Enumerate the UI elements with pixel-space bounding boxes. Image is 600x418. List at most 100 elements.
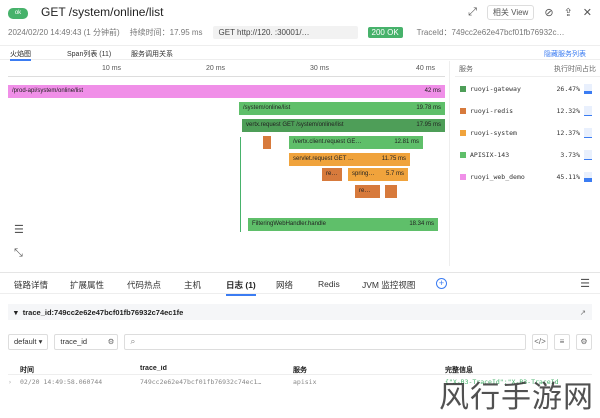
tab-jvm-monitor[interactable]: JVM 监控视图 [362, 279, 415, 291]
span-bar-redis-2[interactable]: re… [355, 185, 380, 198]
menu-icon[interactable]: ☰ [580, 277, 590, 290]
tick-20ms: 20 ms [206, 65, 226, 72]
services-header: 服务 执行时间占比 [455, 61, 600, 77]
add-tab-icon[interactable]: + [436, 278, 447, 289]
col-exec-pct[interactable]: 执行时间占比 [554, 64, 596, 74]
header-actions: ⤢ 相关 View ⊘ ⇪ ✕ [468, 5, 592, 20]
flame-graph: 10 ms 20 ms 30 ms 40 ms /prod-api/system… [0, 61, 450, 266]
gear-icon: ⚙ [107, 337, 115, 346]
service-color-swatch [460, 86, 466, 92]
datetime: 2024/02/20 14:49:43 (1 分钟前) [8, 27, 120, 37]
service-color-swatch [460, 108, 466, 114]
col-trace-id: trace_id [140, 365, 167, 372]
meta-row: 2024/02/20 14:49:43 (1 分钟前) 持续时间：17.95 m… [8, 25, 592, 39]
log-search-input[interactable]: ⌕ [124, 334, 526, 350]
service-pct: 12.37% [556, 129, 580, 137]
time-ruler: 10 ms 20 ms 30 ms 40 ms [8, 65, 445, 77]
duration: 持续时间：17.95 ms [129, 27, 203, 37]
hide-services-link[interactable]: 隐藏服务列表 [544, 49, 586, 59]
service-row[interactable]: ruoyi_web_demo 45.11% [455, 171, 600, 185]
http-status-badge: 200 OK [367, 26, 403, 38]
service-name: ruoyi-system [470, 129, 517, 137]
span-bar-small[interactable] [263, 136, 271, 149]
site-watermark: 风行手游网 [439, 380, 594, 415]
services-panel: 服务 执行时间占比 ruoyi-gateway 26.47% ruoyi-redis… [455, 61, 600, 266]
service-pct: 3.73% [560, 151, 580, 159]
tab-trace-detail[interactable]: 链路详情 [14, 279, 48, 291]
span-bar-redis-3[interactable] [385, 185, 397, 198]
trace-id-filter-chip: ▾ trace_id:749cc2e62e47bcf01fb76932c74ec… [8, 304, 592, 320]
service-name: ruoyi_web_demo [470, 173, 525, 181]
service-row[interactable]: ruoyi-system 12.37% [455, 127, 600, 141]
service-color-swatch [460, 174, 466, 180]
status-ok-badge: ok [8, 8, 28, 19]
tab-redis[interactable]: Redis [318, 279, 340, 289]
list-tool-icon[interactable]: ☰ [14, 223, 24, 236]
service-row[interactable]: ruoyi-gateway 26.47% [455, 83, 600, 97]
close-icon[interactable]: ✕ [583, 6, 592, 19]
col-service: 服务 [459, 65, 473, 73]
funnel-icon: ▾ [14, 307, 18, 317]
tab-code-hotspot[interactable]: 代码热点 [127, 279, 161, 291]
service-row[interactable]: APISIX-143 3.73% [455, 149, 600, 163]
log-filter-row: default ▾ trace_id ⚙ ⌕ </> ≡ ⚙ [8, 334, 592, 350]
tab-span-list[interactable]: Span列表 (11) [67, 49, 111, 59]
service-pct-bar [584, 84, 592, 94]
span-bar-filtering-web-handler[interactable]: FilteringWebHandler.handle 18.34 ms [248, 218, 438, 231]
service-row[interactable]: ruoyi-redis 12.32% [455, 105, 600, 119]
call-connector [240, 137, 241, 232]
service-pct-bar [584, 150, 592, 160]
service-pct: 12.32% [556, 107, 580, 115]
tab-logs[interactable]: 日志 (1) [226, 279, 256, 296]
service-pct: 45.11% [556, 173, 580, 181]
expand-icon[interactable]: ⤢ [468, 6, 477, 19]
view-tabs: 火焰图 Span列表 (11) 服务调用关系 隐藏服务列表 [0, 46, 600, 61]
tick-40ms: 40 ms [416, 65, 436, 72]
service-color-swatch [460, 130, 466, 136]
share-icon[interactable]: ⇪ [564, 6, 573, 19]
col-time: 时间 [20, 367, 34, 374]
page-title: GET /system/online/list [41, 5, 164, 19]
view-button[interactable]: 相关 View [486, 5, 535, 20]
index-select[interactable]: default ▾ [8, 334, 49, 350]
search-icon: ⌕ [130, 336, 136, 346]
collapse-tool-icon[interactable]: ⤡ [14, 247, 23, 260]
tick-30ms: 30 ms [310, 65, 330, 72]
span-bar-spring[interactable]: spring… 5.7 ms [348, 168, 408, 181]
span-bar-vertx-client[interactable]: /vertx.client.request GE… 12.81 ms [289, 136, 423, 149]
list-view-button[interactable]: ≡ [554, 334, 570, 350]
tab-service-relations[interactable]: 服务调用关系 [131, 49, 173, 59]
expand-row-icon[interactable]: › [8, 378, 12, 386]
field-input[interactable]: trace_id ⚙ [54, 334, 119, 350]
service-pct: 26.47% [556, 85, 580, 93]
external-link-icon[interactable]: ↗ [580, 308, 586, 317]
col-service: 服务 [293, 367, 307, 374]
cell-time: 02/20 14:49:58.060744 [20, 378, 103, 386]
tab-flame-graph[interactable]: 火焰图 [10, 49, 31, 61]
span-bar-redis-1[interactable]: re… [322, 168, 342, 181]
tab-network[interactable]: 网络 [276, 279, 293, 291]
trace-id-meta: TraceId：749cc2e62e47bcf01fb76932c… [416, 27, 565, 37]
cell-service: apisix [293, 378, 317, 386]
detail-tabs: 链路详情 扩展属性 代码热点 主机 日志 (1) 网络 Redis JVM 监控… [0, 272, 600, 296]
tab-extended-attrs[interactable]: 扩展属性 [70, 279, 104, 291]
span-bar-root[interactable]: /prod-api/system/online/list 42 ms [8, 85, 445, 98]
tick-10ms: 10 ms [102, 65, 122, 72]
code-view-button[interactable]: </> [532, 334, 548, 350]
tab-host[interactable]: 主机 [184, 279, 201, 291]
service-pct-bar [584, 172, 592, 182]
service-name: ruoyi-redis [470, 107, 514, 115]
span-bar-servlet-request[interactable]: servlet.request GET … 11.75 ms [289, 153, 410, 166]
service-pct-bar [584, 106, 592, 116]
request-url: GET http://120. :30001/… [212, 25, 358, 39]
link-icon[interactable]: ⊘ [544, 6, 553, 19]
service-name: ruoyi-gateway [470, 85, 521, 93]
cell-trace-id: 749cc2e62e47bcf01fb76932c74ec1… [140, 378, 262, 386]
trace-id-value: trace_id:749cc2e62e47bcf01fb76932c74ec1f… [22, 307, 184, 317]
span-bar-vertx-request[interactable]: vertx.request GET /system/online/list 17.… [242, 119, 445, 132]
service-name: APISIX-143 [470, 151, 510, 159]
settings-button[interactable]: ⚙ [576, 334, 592, 350]
header: ok GET /system/online/list ⤢ 相关 View ⊘ ⇪… [0, 0, 600, 46]
service-color-swatch [460, 152, 466, 158]
span-bar-system-online-list[interactable]: /system/online/list 19.78 ms [239, 102, 445, 115]
